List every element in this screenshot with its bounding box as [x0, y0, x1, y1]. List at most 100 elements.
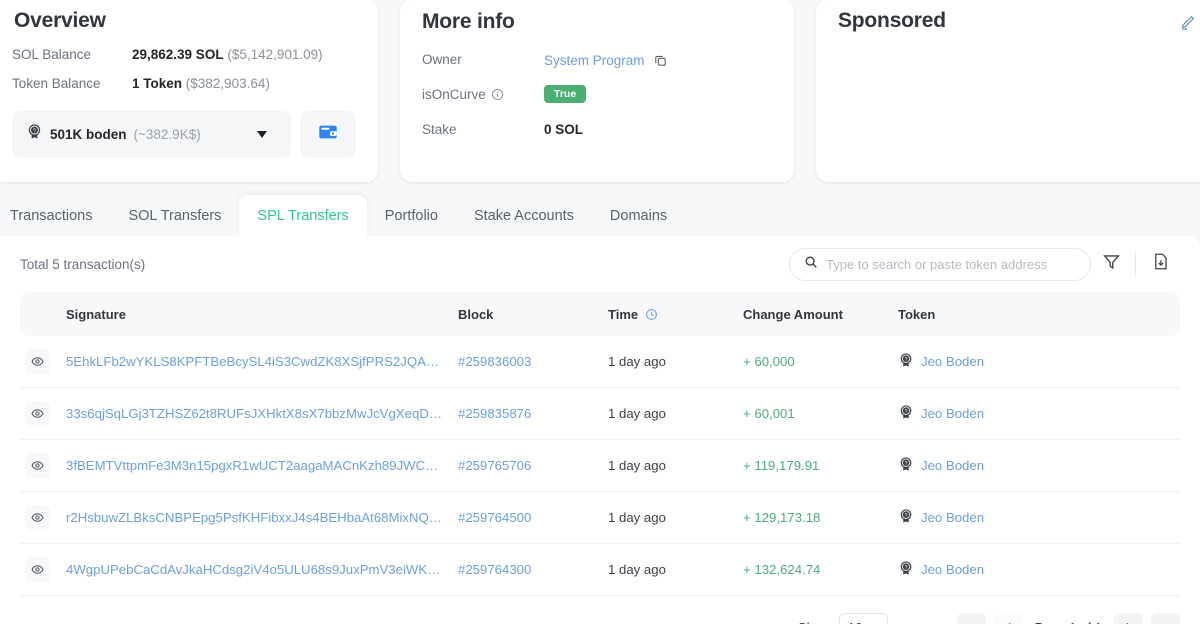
wallet-button[interactable]: [299, 110, 356, 158]
sol-balance-row: SOL Balance 29,862.39 SOL ($5,142,901.09…: [12, 47, 356, 62]
row-signature-cell: 33s6qjSqLGj3TZHSZ62t8RUFsJXHktX8sX7bbzMw…: [66, 387, 458, 440]
row-token-cell: ? Jeo Boden: [898, 336, 1180, 388]
per-page-label: per page: [896, 620, 948, 624]
eye-icon[interactable]: [25, 557, 50, 582]
filter-button[interactable]: [1091, 247, 1131, 281]
row-block-cell: #259764300: [458, 543, 608, 596]
wallet-icon: [317, 121, 339, 148]
tab-sol-transfers[interactable]: SOL Transfers: [110, 195, 239, 237]
tab-bar: Transactions SOL Transfers SPL Transfers…: [0, 186, 1200, 236]
eye-icon[interactable]: [25, 401, 50, 426]
block-link[interactable]: #259764500: [458, 510, 531, 525]
show-label: Show: [798, 620, 831, 624]
row-token-cell: ? Jeo Boden: [898, 387, 1180, 440]
token-link[interactable]: Jeo Boden: [921, 562, 984, 577]
th-change-amount: Change Amount: [743, 292, 898, 336]
token-link[interactable]: Jeo Boden: [921, 458, 984, 473]
row-signature-cell: 3fBEMTVttpmFe3M3n15pgxR1wUCT2aagaMACnKzh…: [66, 439, 458, 492]
eye-icon[interactable]: [25, 453, 50, 478]
signature-link[interactable]: r2HsbuwZLBksCNBPEpg5PsfKHFibxxJ4s4BEHbaA…: [66, 510, 444, 525]
overview-card: Overview SOL Balance 29,862.39 SOL ($5,1…: [0, 0, 378, 182]
svg-text:?: ?: [33, 128, 36, 134]
tab-domains[interactable]: Domains: [592, 195, 685, 237]
search-box[interactable]: [789, 247, 1091, 281]
last-page-button[interactable]: [1151, 613, 1180, 624]
per-page-select[interactable]: 10: [838, 613, 889, 624]
sol-balance-amount: 29,862.39 SOL: [132, 47, 224, 62]
block-link[interactable]: #259836003: [458, 354, 531, 369]
row-amount-cell: + 129,173.18: [743, 491, 898, 544]
row-amount-cell: + 60,001: [743, 387, 898, 440]
row-token-cell: ? Jeo Boden: [898, 491, 1180, 544]
table-toolbar: Total 5 transaction(s): [20, 236, 1180, 292]
owner-label: Owner: [422, 51, 462, 67]
tab-transactions[interactable]: Transactions: [0, 195, 110, 237]
info-icon[interactable]: [491, 88, 504, 101]
block-link[interactable]: #259765706: [458, 458, 531, 473]
th-block: Block: [458, 292, 608, 336]
search-input[interactable]: [826, 256, 1076, 272]
table-row: 5EhkLFb2wYKLS8KPFTBeBcySL4iS3CwdZK8XSjfP…: [20, 336, 1180, 388]
signature-link[interactable]: 3fBEMTVttpmFe3M3n15pgxR1wUCT2aagaMACnKzh…: [66, 458, 444, 473]
first-page-button[interactable]: [956, 613, 986, 624]
table-row: 33s6qjSqLGj3TZHSZ62t8RUFsJXHktX8sX7bbzMw…: [20, 387, 1180, 440]
row-time-cell: 1 day ago: [608, 543, 743, 596]
summary-cards-row: Overview SOL Balance 29,862.39 SOL ($5,1…: [0, 0, 1200, 186]
owner-link[interactable]: System Program: [544, 53, 645, 68]
th-eye: [20, 292, 66, 336]
table-body: 5EhkLFb2wYKLS8KPFTBeBcySL4iS3CwdZK8XSjfP…: [20, 336, 1180, 596]
block-link[interactable]: #259835876: [458, 406, 531, 421]
token-link[interactable]: Jeo Boden: [921, 354, 984, 369]
sol-balance-value: 29,862.39 SOL ($5,142,901.09): [132, 47, 323, 62]
tab-portfolio[interactable]: Portfolio: [367, 195, 456, 237]
token-link[interactable]: Jeo Boden: [921, 406, 984, 421]
owner-value-wrap: System Program: [544, 50, 668, 68]
row-block-cell: #259764500: [458, 491, 608, 544]
token-medal-icon: ?: [898, 352, 914, 371]
token-balance-amount: 1 Token: [132, 76, 183, 91]
th-time: Time: [608, 292, 743, 336]
svg-text:?: ?: [905, 409, 908, 415]
row-block-cell: #259765706: [458, 439, 608, 492]
next-page-button[interactable]: [1114, 613, 1143, 624]
row-eye-cell: [20, 439, 66, 492]
token-dropdown-approx: (~382.9K$): [133, 126, 201, 142]
spl-transfers-table: Signature Block Time Change Amount Token: [20, 292, 1180, 596]
signature-link[interactable]: 5EhkLFb2wYKLS8KPFTBeBcySL4iS3CwdZK8XSjfP…: [66, 354, 444, 369]
stake-label: Stake: [422, 121, 457, 137]
row-block-cell: #259835876: [458, 387, 608, 440]
copy-icon[interactable]: [653, 53, 668, 71]
edit-pencil-icon[interactable]: [1179, 14, 1196, 36]
tab-spl-transfers[interactable]: SPL Transfers: [239, 194, 367, 236]
search-icon: [804, 255, 818, 274]
eye-icon[interactable]: [25, 349, 50, 374]
token-balance-row: Token Balance 1 Token ($382,903.64): [12, 76, 356, 91]
token-medal-icon: ?: [898, 404, 914, 423]
clock-icon[interactable]: [645, 308, 658, 324]
signature-link[interactable]: 4WgpUPebCaCdAvJkaHCdsg2iV4o5ULU68s9JuxPm…: [66, 562, 444, 577]
token-medal-icon: ?: [26, 123, 43, 145]
more-info-title: More info: [422, 10, 515, 33]
svg-text:?: ?: [905, 461, 908, 467]
status-badge: True: [544, 84, 587, 104]
row-signature-cell: 4WgpUPebCaCdAvJkaHCdsg2iV4o5ULU68s9JuxPm…: [66, 543, 458, 596]
download-button[interactable]: [1140, 247, 1180, 281]
iscurve-label: isOnCurve: [422, 86, 486, 102]
toolbar-actions: [789, 247, 1180, 281]
token-selector-row: ? 501K boden (~382.9K$): [12, 110, 356, 158]
svg-text:?: ?: [905, 565, 908, 571]
download-file-icon: [1151, 252, 1170, 276]
stake-value: 0 SOL: [544, 121, 584, 137]
token-link[interactable]: Jeo Boden: [921, 510, 984, 525]
row-signature-cell: r2HsbuwZLBksCNBPEpg5PsfKHFibxxJ4s4BEHbaA…: [66, 491, 458, 544]
signature-link[interactable]: 33s6qjSqLGj3TZHSZ62t8RUFsJXHktX8sX7bbzMw…: [66, 406, 444, 421]
table-row: 4WgpUPebCaCdAvJkaHCdsg2iV4o5ULU68s9JuxPm…: [20, 543, 1180, 596]
eye-icon[interactable]: [25, 505, 50, 530]
sponsored-title: Sponsored: [838, 9, 946, 32]
block-link[interactable]: #259764300: [458, 562, 531, 577]
token-dropdown[interactable]: ? 501K boden (~382.9K$): [12, 110, 291, 158]
prev-page-button[interactable]: [993, 613, 1023, 624]
overview-title: Overview: [14, 9, 106, 32]
stake-row: Stake 0 SOL: [422, 119, 772, 139]
tab-stake-accounts[interactable]: Stake Accounts: [456, 195, 592, 237]
